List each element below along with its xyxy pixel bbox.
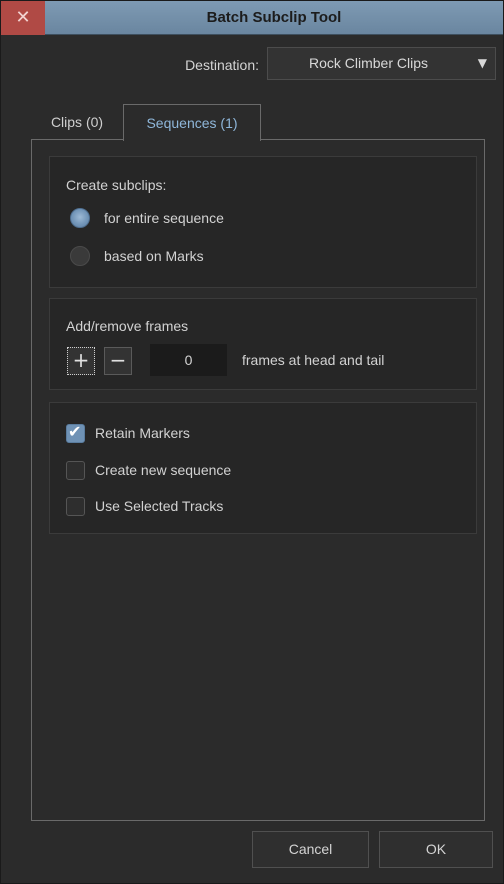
options-group: ✔ Retain Markers Create new sequence Use…	[49, 402, 477, 534]
radio-label: for entire sequence	[104, 210, 224, 226]
ok-button[interactable]: OK	[379, 831, 493, 868]
radio-label: based on Marks	[104, 248, 204, 264]
radio-button-selected[interactable]	[70, 208, 90, 228]
checkbox-label: Create new sequence	[95, 462, 232, 478]
radio-entire-sequence[interactable]: for entire sequence	[70, 207, 224, 229]
sequences-tab-panel: Create subclips: for entire sequence bas…	[31, 139, 485, 821]
add-remove-frames-heading: Add/remove frames	[66, 318, 189, 334]
close-icon[interactable]: ✕	[1, 1, 45, 35]
add-remove-frames-group: Add/remove frames + − 0 frames at head a…	[49, 298, 477, 390]
batch-subclip-dialog: ✕ Batch Subclip Tool Destination: Rock C…	[0, 0, 504, 884]
create-subclips-heading: Create subclips:	[66, 177, 167, 193]
checkbox-unchecked[interactable]	[66, 496, 85, 516]
chevron-down-icon: ▼	[477, 56, 487, 70]
checkbox-retain-markers[interactable]: ✔ Retain Markers	[66, 421, 190, 443]
tab-sequences[interactable]: Sequences (1)	[123, 104, 261, 141]
destination-label: Destination:	[185, 57, 259, 73]
create-subclips-group: Create subclips: for entire sequence bas…	[49, 156, 477, 288]
destination-dropdown[interactable]: Rock Climber Clips ▼	[267, 47, 496, 80]
minus-icon[interactable]: −	[104, 347, 132, 375]
frames-suffix-label: frames at head and tail	[242, 352, 385, 368]
checkbox-label: Retain Markers	[95, 425, 190, 441]
destination-value: Rock Climber Clips	[308, 55, 429, 71]
cancel-button[interactable]: Cancel	[252, 831, 369, 868]
radio-button-unselected[interactable]	[70, 246, 90, 266]
tab-clips[interactable]: Clips (0)	[39, 104, 115, 140]
checkmark-icon: ✔	[68, 421, 82, 441]
checkbox-label: Use Selected Tracks	[95, 498, 224, 514]
title-bar[interactable]: ✕ Batch Subclip Tool	[1, 1, 503, 35]
plus-icon[interactable]: +	[67, 347, 95, 375]
window-title: Batch Subclip Tool	[206, 9, 342, 26]
radio-based-on-marks[interactable]: based on Marks	[70, 245, 204, 267]
checkbox-checked[interactable]: ✔	[66, 421, 85, 443]
checkbox-create-new-sequence[interactable]: Create new sequence	[66, 460, 231, 480]
frames-count-input[interactable]: 0	[150, 344, 227, 376]
checkbox-unchecked[interactable]	[66, 460, 85, 480]
checkbox-use-selected-tracks[interactable]: Use Selected Tracks	[66, 496, 223, 516]
